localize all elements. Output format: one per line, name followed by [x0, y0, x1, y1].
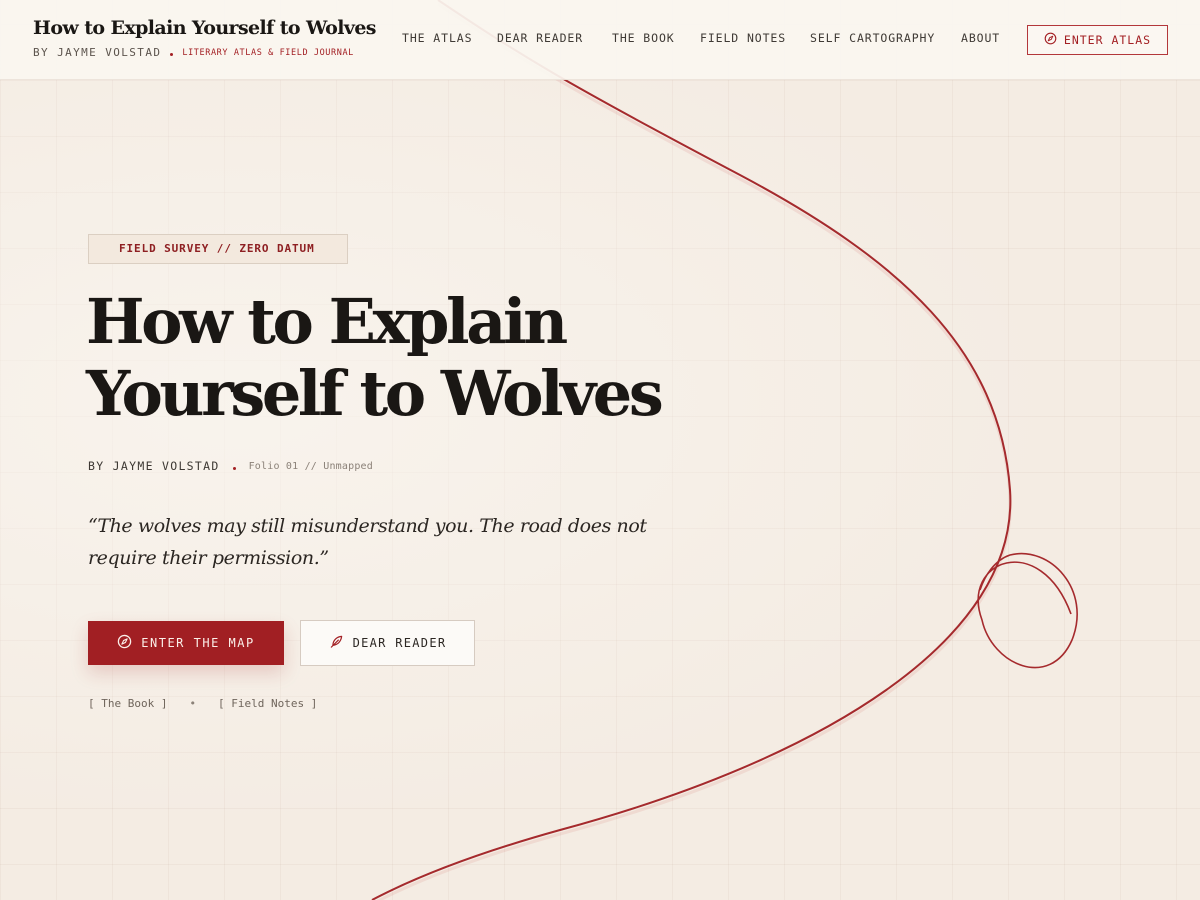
enter-atlas-button[interactable]: ENTER ATLAS [1027, 25, 1168, 55]
byline-author: BY JAYME VOLSTAD [88, 459, 220, 473]
red-route-line [371, 0, 1078, 900]
link-separator: • [189, 697, 196, 710]
paper-background [0, 0, 1200, 900]
hero-title-line-1: How to Explain [86, 285, 568, 358]
separator-dot [232, 466, 236, 470]
dear-reader-label: DEAR READER [352, 636, 447, 650]
enter-the-map-button[interactable]: ENTER THE MAP [88, 621, 284, 665]
nav-the-book[interactable]: THE BOOK [612, 31, 675, 45]
nav-the-atlas[interactable]: THE ATLAS [402, 31, 472, 45]
nav-field-notes[interactable]: FIELD NOTES [700, 31, 786, 45]
field-survey-badge: FIELD SURVEY // ZERO DATUM [88, 234, 348, 264]
enter-the-map-label: ENTER THE MAP [141, 636, 255, 650]
nav-about[interactable]: ABOUT [961, 31, 1000, 45]
compass-icon [1044, 32, 1057, 48]
folio-label: Folio 01 // Unmapped [248, 460, 373, 472]
hero-title-line-2: Yourself to Wolves [86, 357, 664, 430]
separator-dot [170, 53, 174, 56]
nav-dear-reader[interactable]: DEAR READER [497, 31, 583, 45]
brand-subtitle: BY JAYME VOLSTAD LITERARY ATLAS & FIELD … [33, 46, 354, 59]
feather-icon [329, 634, 344, 652]
enter-atlas-label: ENTER ATLAS [1063, 33, 1152, 47]
nav-self-cartography[interactable]: SELF CARTOGRAPHY [810, 31, 935, 45]
dear-reader-button[interactable]: DEAR READER [300, 620, 475, 666]
site-header: How to Explain Yourself to Wolves BY JAY… [0, 0, 1200, 80]
link-field-notes[interactable]: [ Field Notes ] [218, 697, 317, 710]
hero-secondary-links: [ The Book ] • [ Field Notes ] [88, 697, 317, 710]
hero-byline: BY JAYME VOLSTAD Folio 01 // Unmapped [88, 459, 373, 473]
brand-tagline: LITERARY ATLAS & FIELD JOURNAL [182, 47, 354, 58]
hero-title: How to Explain Yourself to Wolves [86, 286, 786, 430]
link-the-book[interactable]: [ The Book ] [88, 697, 167, 710]
hero-quote: “The wolves may still misunderstand you.… [88, 515, 647, 569]
compass-icon [117, 634, 132, 652]
site-title[interactable]: How to Explain Yourself to Wolves [33, 17, 377, 39]
brand-author: BY JAYME VOLSTAD [33, 46, 162, 59]
